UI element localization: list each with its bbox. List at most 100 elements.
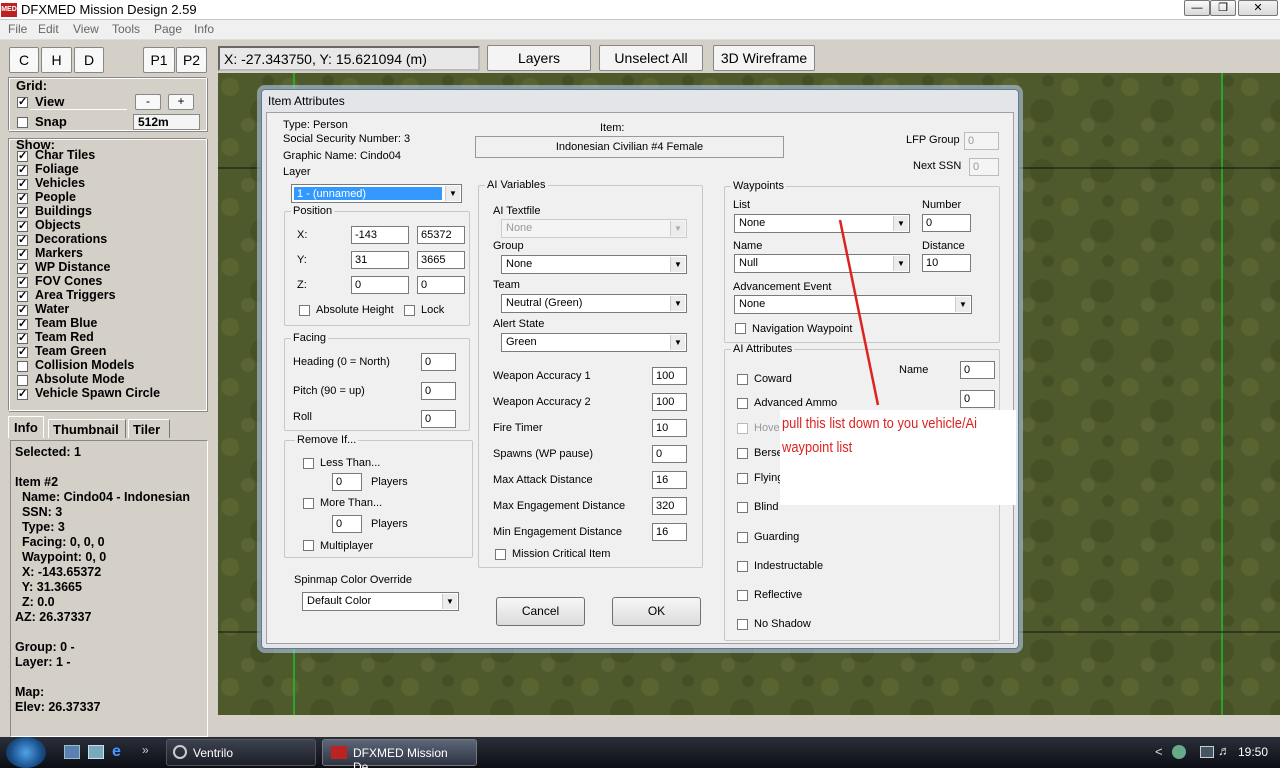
next-ssn-field[interactable]: 0 bbox=[969, 158, 999, 176]
tab-thumbnail[interactable]: Thumbnail bbox=[48, 419, 126, 438]
show-item-checkbox[interactable]: ✓ bbox=[17, 165, 28, 176]
waypoint-number-field[interactable]: 0 bbox=[922, 214, 971, 232]
less-than-checkbox[interactable] bbox=[303, 458, 314, 469]
start-button[interactable] bbox=[6, 737, 46, 768]
more-than-field[interactable]: 0 bbox=[332, 515, 362, 533]
grid-view-checkbox[interactable]: ✓ bbox=[17, 97, 28, 108]
pos-z-frac-field[interactable]: 0 bbox=[417, 276, 465, 294]
show-item-checkbox[interactable]: ✓ bbox=[17, 291, 28, 302]
less-than-field[interactable]: 0 bbox=[332, 473, 362, 491]
clock[interactable]: 19:50 bbox=[1238, 745, 1268, 759]
taskbar-dfxmed[interactable]: DFXMED Mission De... bbox=[322, 739, 477, 768]
show-item[interactable]: ✓ Vehicle Spawn Circle bbox=[14, 386, 204, 402]
pitch-field[interactable]: 0 bbox=[421, 382, 456, 400]
lfp-group-field[interactable]: 0 bbox=[964, 132, 999, 150]
tab-tiler[interactable]: Tiler bbox=[128, 419, 170, 438]
ai-attribute-checkbox[interactable] bbox=[737, 590, 748, 601]
network-users-icon[interactable] bbox=[1172, 745, 1186, 759]
horizontal-scrollbar[interactable] bbox=[212, 715, 1280, 737]
show-item-checkbox[interactable]: ✓ bbox=[17, 305, 28, 316]
alert-state-select[interactable]: Green ▼ bbox=[501, 333, 687, 352]
show-item-checkbox[interactable]: ✓ bbox=[17, 249, 28, 260]
show-item-checkbox[interactable]: ✓ bbox=[17, 179, 28, 190]
explorer-icon[interactable] bbox=[88, 745, 104, 759]
group-select[interactable]: None ▼ bbox=[501, 255, 687, 274]
grid-snap-checkbox[interactable] bbox=[17, 117, 28, 128]
show-item-checkbox[interactable] bbox=[17, 361, 28, 372]
maximize-button[interactable]: ❐ bbox=[1210, 0, 1236, 16]
ai-attribute-checkbox[interactable] bbox=[737, 502, 748, 513]
page-p2-button[interactable]: P2 bbox=[176, 47, 207, 73]
absolute-height-checkbox[interactable] bbox=[299, 305, 310, 316]
unselect-all-button[interactable]: Unselect All bbox=[599, 45, 703, 71]
taskbar-ventrilo[interactable]: Ventrilo bbox=[166, 739, 316, 766]
show-item-checkbox[interactable]: ✓ bbox=[17, 235, 28, 246]
ai-attribute-checkbox[interactable] bbox=[737, 423, 748, 434]
pos-y-int-field[interactable]: 31 bbox=[351, 251, 409, 269]
grid-minus-button[interactable]: - bbox=[135, 94, 161, 110]
attr-name-field[interactable]: 0 bbox=[960, 361, 995, 379]
ai-attribute-checkbox[interactable] bbox=[737, 532, 748, 543]
menu-tools[interactable]: Tools bbox=[112, 22, 140, 36]
menu-page[interactable]: Page bbox=[154, 22, 182, 36]
network-icon[interactable] bbox=[1200, 746, 1214, 758]
ai-value-field[interactable]: 320 bbox=[652, 497, 687, 515]
wireframe-button[interactable]: 3D Wireframe bbox=[713, 45, 815, 71]
multiplayer-checkbox[interactable] bbox=[303, 540, 314, 551]
close-button[interactable]: ✕ bbox=[1238, 0, 1278, 16]
ai-attribute-checkbox[interactable] bbox=[737, 448, 748, 459]
menu-file[interactable]: File bbox=[8, 22, 27, 36]
pos-x-int-field[interactable]: -143 bbox=[351, 226, 409, 244]
attr-value-field[interactable]: 0 bbox=[960, 390, 995, 408]
volume-icon[interactable]: ♬ bbox=[1218, 743, 1231, 758]
distance-field[interactable]: 10 bbox=[922, 254, 971, 272]
ai-attribute-checkbox[interactable] bbox=[737, 374, 748, 385]
tab-info[interactable]: Info bbox=[8, 416, 44, 438]
heading-field[interactable]: 0 bbox=[421, 353, 456, 371]
menu-info[interactable]: Info bbox=[194, 22, 214, 36]
show-desktop-icon[interactable] bbox=[64, 745, 80, 759]
ai-attribute-checkbox[interactable] bbox=[737, 398, 748, 409]
menu-view[interactable]: View bbox=[73, 22, 99, 36]
page-p1-button[interactable]: P1 bbox=[143, 47, 175, 73]
mode-d-button[interactable]: D bbox=[74, 47, 104, 73]
snap-value-field[interactable]: 512m bbox=[133, 114, 200, 130]
show-item-checkbox[interactable] bbox=[17, 375, 28, 386]
pos-z-int-field[interactable]: 0 bbox=[351, 276, 409, 294]
show-item-checkbox[interactable]: ✓ bbox=[17, 319, 28, 330]
show-item-checkbox[interactable]: ✓ bbox=[17, 277, 28, 288]
more-than-checkbox[interactable] bbox=[303, 498, 314, 509]
ai-value-field[interactable]: 16 bbox=[652, 471, 687, 489]
team-select[interactable]: Neutral (Green) ▼ bbox=[501, 294, 687, 313]
show-item-checkbox[interactable]: ✓ bbox=[17, 151, 28, 162]
ai-attribute-checkbox[interactable] bbox=[737, 561, 748, 572]
show-item-checkbox[interactable]: ✓ bbox=[17, 221, 28, 232]
mode-c-button[interactable]: C bbox=[9, 47, 39, 73]
show-item-checkbox[interactable]: ✓ bbox=[17, 389, 28, 400]
chevron-right-icon[interactable]: » bbox=[142, 743, 149, 757]
ok-button[interactable]: OK bbox=[612, 597, 701, 626]
show-item-checkbox[interactable]: ✓ bbox=[17, 263, 28, 274]
mission-critical-checkbox[interactable] bbox=[495, 549, 506, 560]
ai-value-field[interactable]: 0 bbox=[652, 445, 687, 463]
show-item-checkbox[interactable]: ✓ bbox=[17, 347, 28, 358]
mode-h-button[interactable]: H bbox=[41, 47, 72, 73]
spinmap-select[interactable]: Default Color ▼ bbox=[302, 592, 459, 611]
cancel-button[interactable]: Cancel bbox=[496, 597, 585, 626]
show-item-checkbox[interactable]: ✓ bbox=[17, 207, 28, 218]
layers-button[interactable]: Layers bbox=[487, 45, 591, 71]
show-item-checkbox[interactable]: ✓ bbox=[17, 193, 28, 204]
navigation-waypoint-checkbox[interactable] bbox=[735, 323, 746, 334]
pos-x-frac-field[interactable]: 65372 bbox=[417, 226, 465, 244]
ai-textfile-select[interactable]: None ▼ bbox=[501, 219, 687, 238]
show-item-checkbox[interactable]: ✓ bbox=[17, 333, 28, 344]
ai-value-field[interactable]: 16 bbox=[652, 523, 687, 541]
ai-attribute-checkbox[interactable] bbox=[737, 473, 748, 484]
ai-value-field[interactable]: 10 bbox=[652, 419, 687, 437]
ai-attribute-checkbox[interactable] bbox=[737, 619, 748, 630]
ai-value-field[interactable]: 100 bbox=[652, 367, 687, 385]
internet-explorer-icon[interactable]: e bbox=[112, 743, 121, 761]
menu-edit[interactable]: Edit bbox=[38, 22, 59, 36]
ai-value-field[interactable]: 100 bbox=[652, 393, 687, 411]
lock-checkbox[interactable] bbox=[404, 305, 415, 316]
